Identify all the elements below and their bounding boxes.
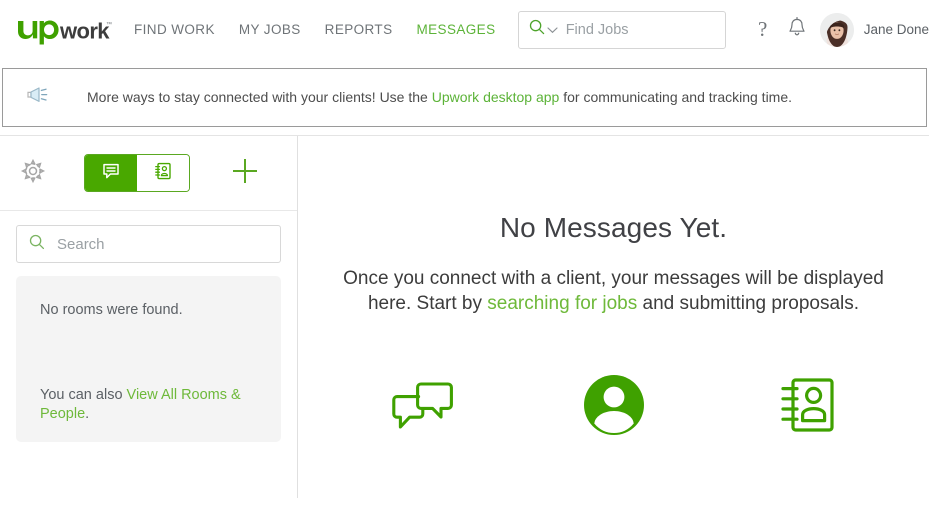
view-all-rooms-text: You can also View All Rooms & People.	[40, 386, 257, 424]
messages-sidebar: No rooms were found. You can also View A…	[0, 136, 298, 498]
view-toggle	[84, 154, 190, 192]
header-search-input[interactable]	[565, 21, 715, 38]
person-circle-icon[interactable]	[582, 373, 646, 437]
nav-link-messages[interactable]: MESSAGES	[417, 22, 496, 37]
banner-text: More ways to stay connected with your cl…	[87, 89, 792, 105]
avatar	[819, 12, 854, 47]
address-book-icon	[153, 161, 173, 186]
toggle-messages-view[interactable]	[85, 155, 137, 191]
upwork-desktop-app-link[interactable]: Upwork desktop app	[432, 89, 560, 105]
user-name-label: Jane Done	[863, 22, 929, 37]
upwork-logo[interactable]: work ™	[14, 15, 112, 45]
sidebar-toolbar	[0, 136, 297, 211]
view-all-rooms-suffix: .	[85, 405, 90, 422]
sidebar-search-box[interactable]	[16, 225, 281, 263]
plus-icon	[230, 156, 260, 191]
main-navigation: FIND WORK MY JOBS REPORTS MESSAGES	[134, 22, 495, 37]
address-book-icon[interactable]	[774, 372, 840, 438]
searching-for-jobs-link[interactable]: searching for jobs	[487, 293, 637, 314]
view-all-rooms-prefix: You can also	[40, 387, 127, 403]
content-area: No rooms were found. You can also View A…	[0, 135, 929, 498]
search-icon	[529, 19, 545, 40]
banner-area: More ways to stay connected with your cl…	[0, 59, 929, 135]
help-button[interactable]: ?	[746, 10, 780, 50]
top-header: work ™ FIND WORK MY JOBS REPORTS MESSAGE…	[0, 0, 929, 59]
megaphone-icon	[25, 84, 51, 111]
chat-bubble-icon	[101, 161, 121, 186]
gear-icon	[20, 158, 46, 189]
page-title: No Messages Yet.	[499, 212, 728, 243]
svg-text:work: work	[59, 18, 110, 43]
chat-bubbles-icon[interactable]	[388, 372, 454, 438]
empty-state-panel: No Messages Yet. Once you connect with a…	[298, 136, 929, 498]
nav-link-find-work[interactable]: FIND WORK	[134, 22, 215, 37]
question-mark-icon: ?	[758, 17, 768, 41]
header-search-box[interactable]	[517, 10, 726, 49]
notifications-button[interactable]	[780, 10, 814, 50]
rooms-panel: No rooms were found. You can also View A…	[16, 276, 281, 442]
bell-icon	[787, 16, 807, 43]
nav-link-reports[interactable]: REPORTS	[325, 22, 393, 37]
chevron-down-icon[interactable]	[547, 21, 558, 39]
banner-text-after: for communicating and tracking time.	[559, 89, 793, 105]
nav-link-my-jobs[interactable]: MY JOBS	[239, 22, 301, 37]
user-menu[interactable]: Jane Done	[819, 12, 929, 47]
sidebar-search-row	[0, 211, 297, 263]
empty-state-description: Once you connect with a client, your mes…	[334, 266, 894, 316]
header-actions: ?	[517, 0, 929, 59]
description-after: and submitting proposals.	[637, 293, 860, 315]
desktop-app-banner: More ways to stay connected with your cl…	[2, 67, 927, 127]
new-message-button[interactable]	[230, 156, 260, 191]
settings-button[interactable]	[20, 158, 46, 189]
rooms-empty-message: No rooms were found.	[40, 302, 183, 318]
search-icon	[29, 234, 45, 255]
banner-text-before: More ways to stay connected with your cl…	[87, 89, 432, 105]
svg-text:™: ™	[106, 21, 112, 28]
toggle-contacts-view[interactable]	[137, 155, 189, 191]
sidebar-search-input[interactable]	[57, 235, 268, 253]
empty-state-icons	[388, 372, 840, 438]
